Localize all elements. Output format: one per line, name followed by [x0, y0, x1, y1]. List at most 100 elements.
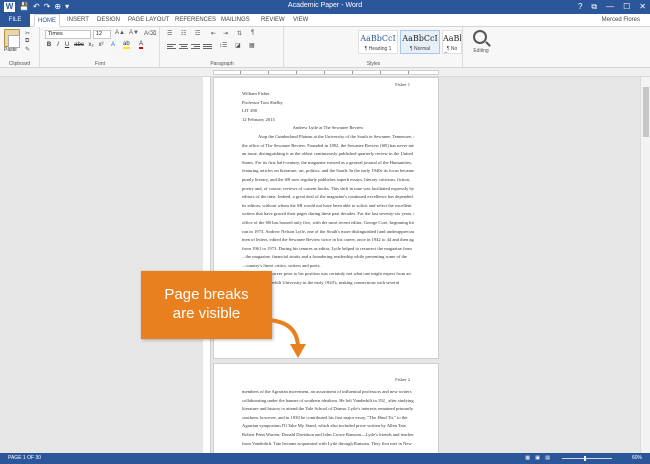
read-mode-icon[interactable]: ▤ — [545, 453, 550, 464]
strikethrough-button[interactable]: abc — [73, 42, 85, 48]
text-line: southern, however, and in 1930 he contri… — [242, 414, 408, 420]
heading-line: William Fisher — [242, 91, 270, 96]
subscript-button[interactable]: x₂ — [87, 42, 95, 48]
vertical-scrollbar[interactable] — [640, 77, 650, 453]
tab-page-layout[interactable]: PAGE LAYOUT — [125, 14, 172, 27]
style-name: ¶ Heading 1 — [364, 46, 392, 52]
print-layout-icon[interactable]: ▣ — [535, 453, 540, 464]
close-button[interactable]: ✕ — [639, 0, 646, 13]
heading-line: Professor Tom Shelby — [242, 99, 283, 105]
text-line: run in 1973. Andrew Nelson Lytle, one of… — [242, 228, 414, 234]
help-icon[interactable]: ? — [578, 0, 582, 13]
font-size-combo[interactable]: 12 — [93, 30, 111, 39]
minimize-button[interactable]: — — [606, 0, 614, 13]
text-line: from Vanderbilt. Tate became acquainted … — [242, 440, 412, 446]
scrollbar-thumb[interactable] — [643, 87, 649, 137]
window-title: Academic Paper - Word — [287, 2, 363, 9]
style-heading-1[interactable]: AaBbCcI ¶ Heading 1 — [358, 30, 398, 54]
font-color-icon[interactable]: A — [139, 41, 144, 49]
superscript-button[interactable]: x² — [97, 42, 105, 48]
zoom-level[interactable]: 60% — [632, 453, 642, 464]
shrink-font-icon[interactable]: A▼ — [129, 30, 139, 36]
text-line: ...the magazine, financial straits and a… — [242, 254, 408, 260]
horizontal-ruler[interactable] — [0, 68, 650, 77]
group-clipboard: Paste ✂ ⧉ ✎ Clipboard — [0, 27, 40, 68]
web-layout-icon[interactable]: ▦ — [525, 453, 530, 464]
style-no-spacing[interactable]: AaBbCcI ¶ No Spac... — [442, 30, 462, 54]
increase-indent-icon[interactable]: ⇥ — [223, 30, 228, 37]
underline-button[interactable]: U — [63, 42, 71, 48]
group-paragraph: ☰ ☷ ☲ ⇤ ⇥ ⇅ ¶ ↕☰ ◪ ▦ Paragraph — [161, 27, 284, 68]
tab-home[interactable]: HOME — [34, 14, 60, 27]
find-icon[interactable] — [473, 30, 487, 44]
text-line: Agrarian symposium I'll Take My Stand, w… — [242, 423, 407, 429]
tab-review[interactable]: REVIEW — [258, 14, 288, 27]
vertical-ruler[interactable] — [203, 77, 211, 453]
paste-icon[interactable] — [4, 29, 20, 48]
numbering-icon[interactable]: ☷ — [181, 30, 186, 37]
ruler-tick — [240, 71, 241, 74]
borders-icon[interactable]: ▦ — [249, 42, 255, 49]
text-line: writers that have graced their pages dur… — [242, 211, 414, 217]
bold-button[interactable]: B — [45, 42, 53, 48]
tab-insert[interactable]: INSERT — [64, 14, 92, 27]
page-count[interactable]: PAGE 1 OF 30 — [8, 453, 41, 464]
document-workspace[interactable]: Fisher 1 William Fisher Professor Tom Sh… — [0, 77, 650, 463]
heading-line: LIT 490 — [242, 108, 258, 114]
text-line: literature and history to attend the Yal… — [242, 406, 414, 412]
bullets-icon[interactable]: ☰ — [167, 30, 172, 37]
text-line: poetry and, of course, reviews of curren… — [242, 185, 414, 191]
italic-button[interactable]: I — [54, 42, 62, 48]
tab-file[interactable]: FILE — [0, 14, 30, 27]
show-marks-icon[interactable]: ¶ — [251, 30, 254, 36]
group-label-clipboard: Clipboard — [8, 61, 31, 67]
decrease-indent-icon[interactable]: ⇤ — [211, 30, 216, 37]
style-normal[interactable]: AaBbCcI ¶ Normal — [400, 30, 440, 54]
callout-line: are visible — [172, 305, 241, 322]
callout-line: Page breaks — [164, 286, 249, 303]
cut-icon[interactable]: ✂ — [25, 30, 30, 37]
page-body[interactable]: members of the Agrarian movement, an ass… — [242, 388, 414, 448]
sort-icon[interactable]: ⇅ — [237, 30, 242, 37]
ruler-tick — [352, 71, 353, 74]
ruler-track — [213, 70, 439, 75]
style-name: ¶ Normal — [409, 46, 431, 52]
paper-title: Andrew Lytle at The Sewanee Review — [292, 125, 364, 131]
tab-mailings[interactable]: MAILINGS — [218, 14, 253, 27]
justify-icon[interactable] — [203, 43, 212, 50]
align-right-icon[interactable] — [191, 43, 200, 50]
line-spacing-icon[interactable]: ↕☰ — [219, 42, 227, 49]
group-font: Times 12 A▲ A▼ A⌫ B I U abc x₂ x² A ab A… — [41, 27, 160, 68]
user-name[interactable]: Merced Flores — [602, 14, 640, 27]
align-center-icon[interactable] — [179, 43, 188, 50]
page-body[interactable]: William Fisher Professor Tom Shelby LIT … — [242, 90, 414, 288]
text-line: Atop the Cumberland Plateau at the Unive… — [258, 133, 414, 139]
text-line: men of letters, edited the Sewanee Revie… — [242, 237, 414, 243]
text-line: purely literary, and the SR now regularl… — [242, 176, 411, 182]
text-effects-icon[interactable]: A — [111, 42, 115, 48]
clear-formatting-icon[interactable]: A⌫ — [144, 30, 157, 37]
editing-button[interactable]: Editing — [464, 48, 498, 54]
heading-line: 12 February 2013 — [242, 116, 275, 122]
grow-font-icon[interactable]: A▲ — [115, 30, 125, 36]
copy-icon[interactable]: ⧉ — [25, 38, 29, 45]
text-line: editors of the time. Indeed, a great dea… — [242, 194, 414, 200]
document-page-2[interactable]: Fisher 2 members of the Agrarian movemen… — [213, 363, 439, 463]
multilevel-list-icon[interactable]: ☲ — [195, 30, 200, 37]
group-label-font: Font — [94, 61, 105, 67]
style-preview: AaBbCcI — [360, 34, 396, 43]
tab-design[interactable]: DESIGN — [94, 14, 123, 27]
align-left-icon[interactable] — [167, 43, 176, 50]
highlight-icon[interactable]: ab — [123, 41, 130, 49]
zoom-slider[interactable] — [562, 456, 612, 461]
maximize-button[interactable]: ☐ — [623, 0, 630, 13]
paste-button[interactable]: Paste — [4, 47, 17, 53]
ribbon-display-icon[interactable]: ⧉ — [591, 0, 597, 13]
ribbon-home: Paste ✂ ⧉ ✎ Clipboard Times 12 A▲ A▼ A⌫ … — [0, 27, 650, 68]
shading-icon[interactable]: ◪ — [235, 42, 241, 49]
tab-view[interactable]: VIEW — [290, 14, 311, 27]
format-painter-icon[interactable]: ✎ — [25, 46, 30, 53]
tab-references[interactable]: REFERENCES — [172, 14, 219, 27]
group-editing[interactable]: Editing — [464, 27, 498, 68]
font-name-combo[interactable]: Times — [45, 30, 91, 39]
